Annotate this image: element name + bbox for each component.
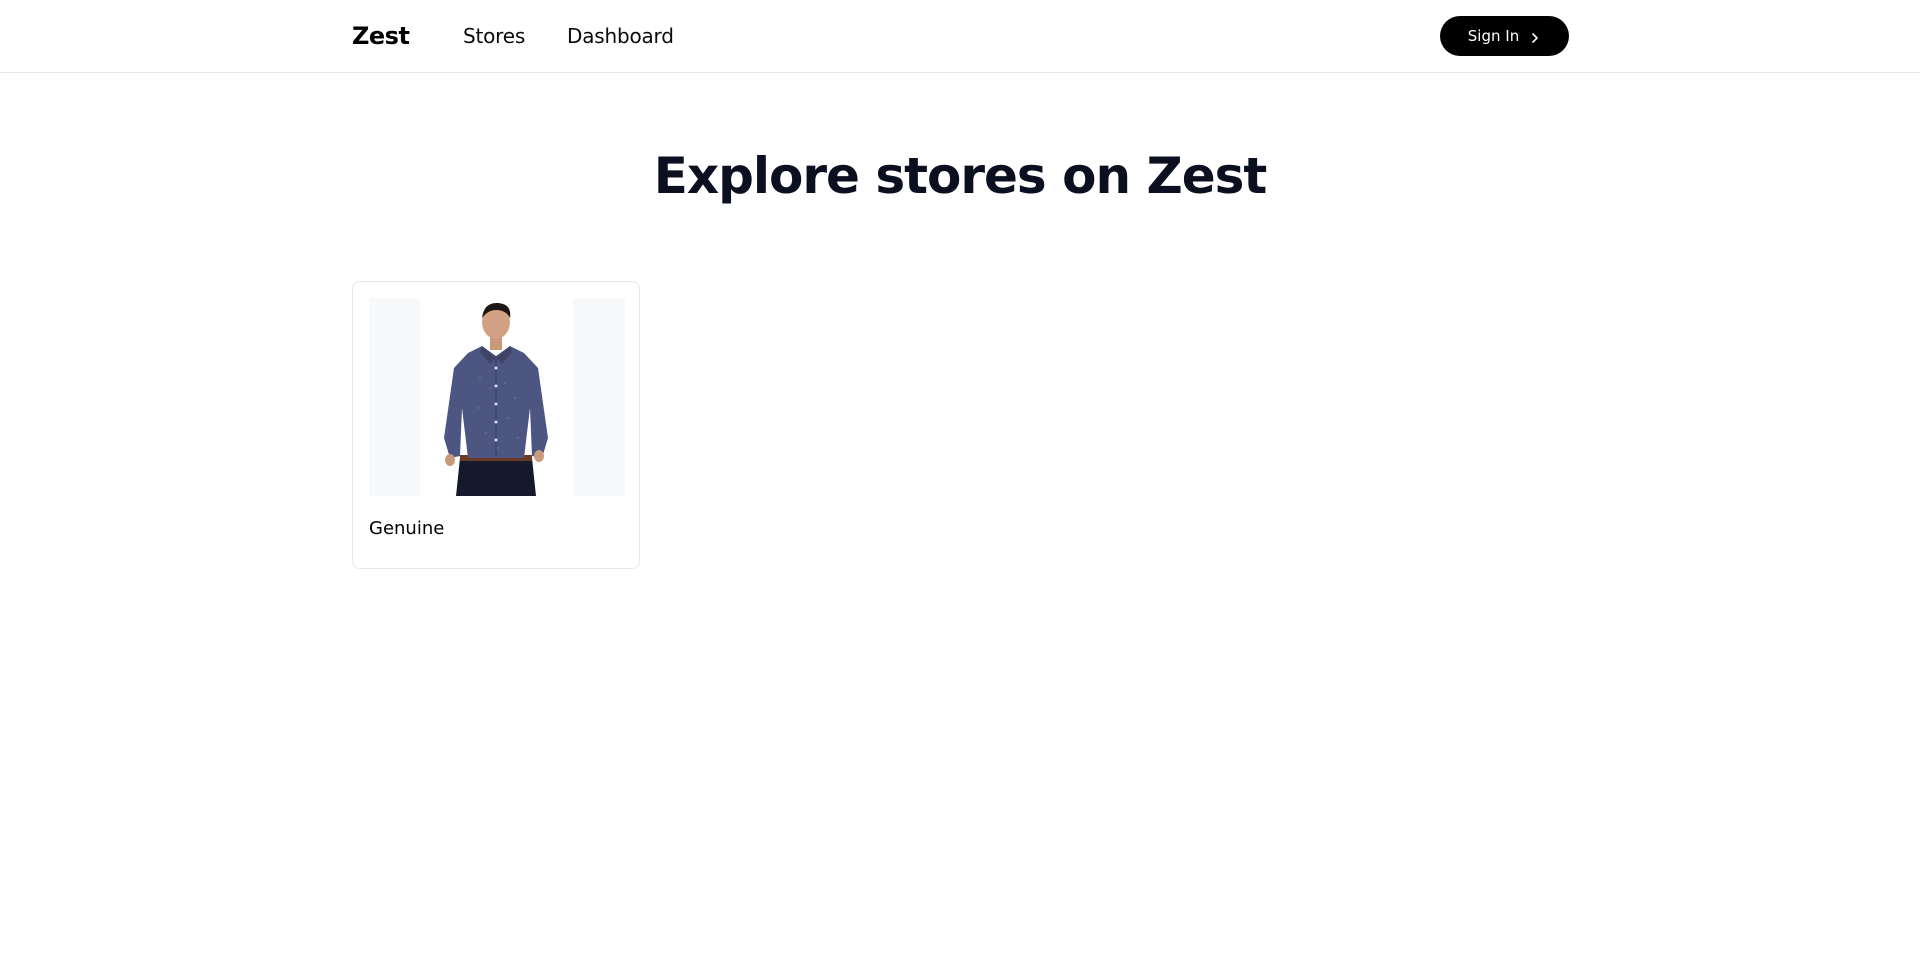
shirt-model-image (420, 298, 573, 496)
top-navbar: Zest Stores Dashboard Sign In (0, 0, 1920, 73)
store-card[interactable]: Genuine (352, 281, 640, 569)
store-image (369, 298, 625, 496)
logo[interactable]: Zest (352, 21, 410, 51)
chevron-right-icon (1529, 30, 1541, 43)
store-name: Genuine (369, 518, 445, 539)
sign-in-button[interactable]: Sign In (1440, 16, 1569, 56)
nav-link-dashboard[interactable]: Dashboard (567, 23, 674, 49)
nav-link-stores[interactable]: Stores (463, 23, 525, 49)
page-title: Explore stores on Zest (653, 147, 1268, 205)
sign-in-label: Sign In (1467, 27, 1520, 45)
